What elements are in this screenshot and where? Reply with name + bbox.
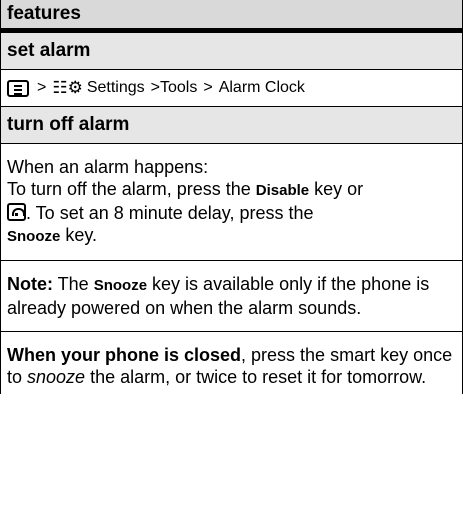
closed-text-b: the alarm, or twice to reset it for tomo… xyxy=(85,367,427,387)
alarm-intro: When an alarm happens: xyxy=(7,157,209,177)
closed-bold: When your phone is closed xyxy=(7,345,242,365)
turn-off-text: To turn off the alarm, press the xyxy=(7,179,256,199)
turn-off-alarm-title: turn off alarm xyxy=(7,114,130,135)
features-table: features set alarm > ☷⚙ Settings >Tools … xyxy=(0,0,463,394)
path-separator: > xyxy=(37,79,47,96)
snooze-key-label: Snooze xyxy=(7,228,61,245)
menu-key-icon xyxy=(7,79,29,97)
table-header: features xyxy=(1,0,462,33)
turn-off-alarm-heading: turn off alarm xyxy=(1,107,462,144)
note-label: Note: xyxy=(7,274,53,294)
delay-text: . To set an 8 minute delay, press the xyxy=(26,203,314,223)
tools-label: >Tools xyxy=(150,79,198,96)
alarm-clock-label: Alarm Clock xyxy=(218,79,305,96)
disable-key-label: Disable xyxy=(255,182,310,199)
note-text-a: The xyxy=(53,274,94,294)
snooze-text: key. xyxy=(60,225,98,245)
turn-off-text-2: key or xyxy=(309,179,364,199)
closed-block: When your phone is closed, press the sma… xyxy=(1,332,462,394)
menu-path: > ☷⚙ Settings >Tools > Alarm Clock xyxy=(1,70,462,107)
set-alarm-title: set alarm xyxy=(7,40,91,61)
path-separator-2: > xyxy=(203,79,213,96)
note-block: Note: The Snooze key is available only i… xyxy=(1,261,462,332)
header-title: features xyxy=(7,3,81,24)
note-snooze-key-label: Snooze xyxy=(93,277,148,294)
turn-off-alarm-body: When an alarm happens: To turn off the a… xyxy=(1,144,462,261)
set-alarm-heading: set alarm xyxy=(1,33,462,70)
end-key-icon xyxy=(7,203,26,221)
closed-italic: snooze xyxy=(27,367,86,387)
settings-label: Settings xyxy=(86,79,145,96)
settings-icon: ☷⚙ xyxy=(52,78,83,97)
